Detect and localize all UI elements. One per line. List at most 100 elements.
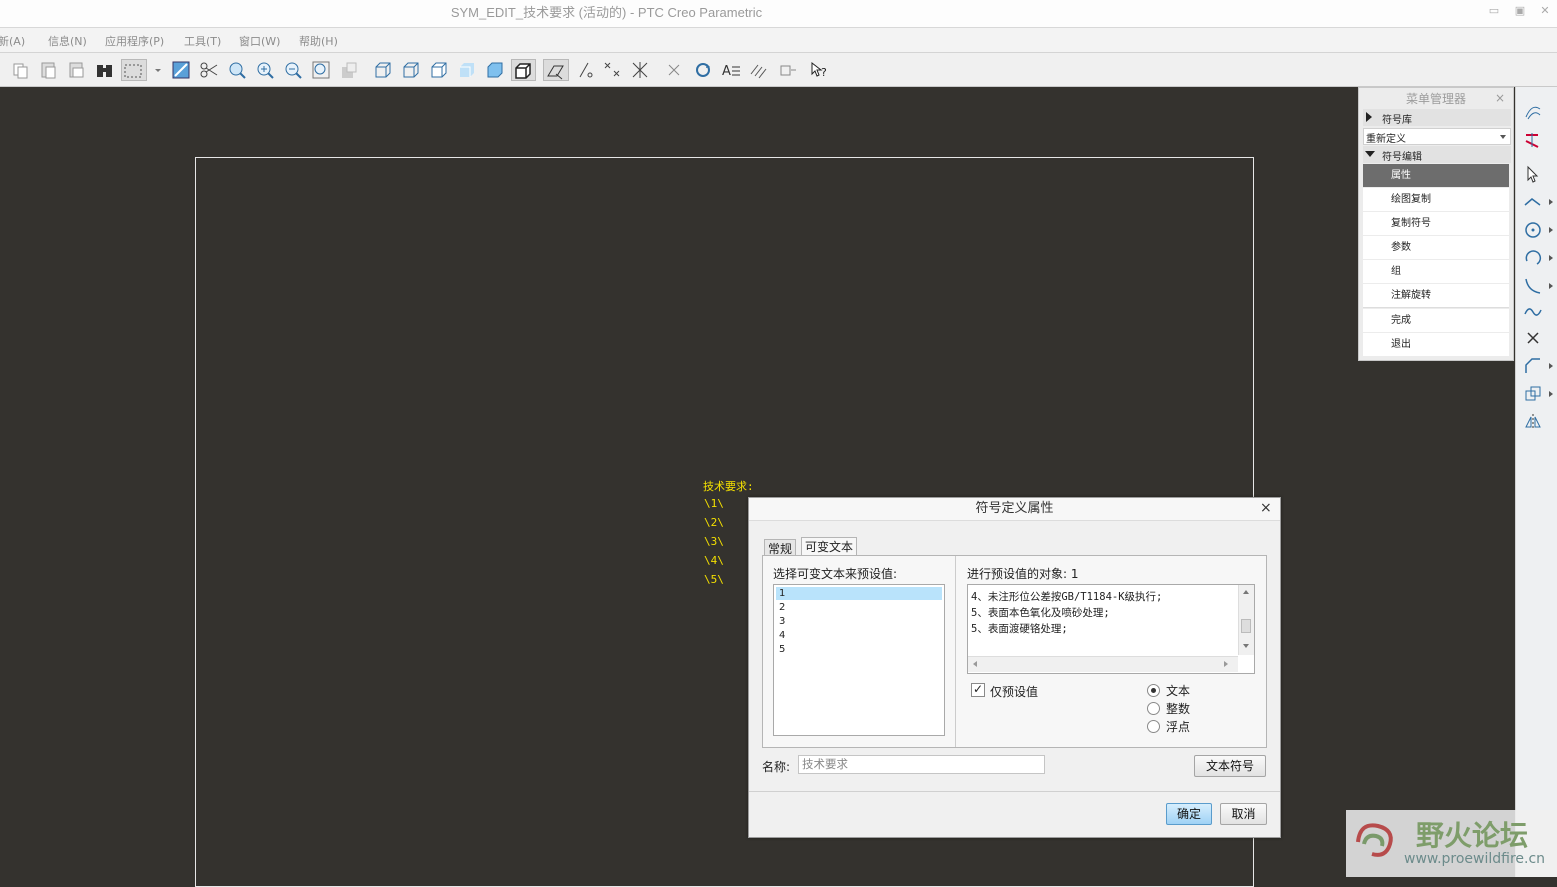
redefine-select[interactable]: 重新定义 xyxy=(1363,128,1511,145)
refit-icon[interactable] xyxy=(310,59,332,81)
canvas-variable-2[interactable]: \2\ xyxy=(704,516,724,529)
zoom-area-icon[interactable] xyxy=(226,59,248,81)
view-hidden-icon[interactable] xyxy=(400,59,422,81)
regenerate-icon[interactable] xyxy=(692,59,714,81)
expand-icon[interactable] xyxy=(1549,391,1553,397)
list-item[interactable]: 4 xyxy=(776,629,942,642)
hatch-icon[interactable] xyxy=(748,59,770,81)
close-icon[interactable]: × xyxy=(1495,91,1505,105)
line-icon[interactable] xyxy=(1522,191,1544,213)
select-arrow-icon[interactable] xyxy=(1522,163,1544,185)
menu-file[interactable]: 新(A) xyxy=(0,33,25,49)
circle-icon[interactable] xyxy=(1522,219,1544,241)
paste-icon[interactable] xyxy=(38,59,60,81)
canvas-title-text[interactable]: 技术要求: xyxy=(703,478,754,494)
canvas-variable-3[interactable]: \3\ xyxy=(704,535,724,548)
expand-icon[interactable] xyxy=(1549,227,1553,233)
menu-item-group[interactable]: 组 xyxy=(1363,260,1509,283)
cancel-button[interactable]: 取消 xyxy=(1220,803,1267,825)
view-shaded-edges-icon[interactable] xyxy=(484,59,506,81)
view-box-icon[interactable] xyxy=(511,59,536,81)
text-symbol-button[interactable]: 文本符号 xyxy=(1194,755,1266,777)
text-style-icon[interactable]: A xyxy=(720,59,742,81)
symbol-edit-row[interactable]: 符号编辑 xyxy=(1363,146,1511,163)
axes-icon[interactable] xyxy=(629,59,651,81)
list-item[interactable]: 5 xyxy=(776,643,942,656)
draft-view-icon[interactable] xyxy=(170,59,192,81)
menu-item-copy-symbol[interactable]: 复制符号 xyxy=(1363,212,1509,235)
horizontal-scrollbar[interactable] xyxy=(968,656,1238,672)
tab-general[interactable]: 常规 xyxy=(764,539,797,556)
view-wireframe-icon[interactable] xyxy=(372,59,394,81)
sketch-spiral-icon[interactable] xyxy=(1522,101,1544,123)
symbol-icon[interactable] xyxy=(777,59,799,81)
points-icon[interactable] xyxy=(601,59,623,81)
symbol-lib-row[interactable]: 符号库 xyxy=(1363,109,1511,126)
scroll-right-icon[interactable] xyxy=(1224,661,1228,667)
expand-icon[interactable] xyxy=(1549,199,1553,205)
menu-tools[interactable]: 工具(T) xyxy=(184,33,221,49)
menu-item-properties[interactable]: 属性 xyxy=(1363,164,1509,187)
canvas-variable-5[interactable]: \5\ xyxy=(704,573,724,586)
scroll-down-icon[interactable] xyxy=(1243,644,1249,648)
menu-item-done[interactable]: 完成 xyxy=(1363,309,1509,332)
sketch-line-icon[interactable] xyxy=(574,59,596,81)
dropdown-arrow-icon[interactable] xyxy=(147,59,161,81)
close-window-icon[interactable]: ✕ xyxy=(1538,4,1552,18)
vertical-scrollbar[interactable] xyxy=(1238,585,1254,655)
sketch-tools-icon[interactable] xyxy=(1522,129,1544,151)
mirror-icon[interactable] xyxy=(1522,411,1544,433)
variable-list[interactable]: 1 2 3 4 5 xyxy=(773,584,945,736)
minimize-icon[interactable]: ▭ xyxy=(1487,4,1501,18)
radio-integer[interactable] xyxy=(1147,702,1160,715)
find-icon[interactable] xyxy=(94,59,116,81)
expand-icon[interactable] xyxy=(1549,363,1553,369)
list-item[interactable]: 2 xyxy=(776,601,942,614)
maximize-icon[interactable]: ▣ xyxy=(1513,4,1527,18)
scroll-left-icon[interactable] xyxy=(973,661,977,667)
chamfer-icon[interactable] xyxy=(1522,355,1544,377)
close-x-icon[interactable] xyxy=(663,59,685,81)
ok-button[interactable]: 确定 xyxy=(1166,803,1212,825)
name-input[interactable]: 技术要求 xyxy=(798,755,1045,774)
fillet-icon[interactable] xyxy=(1522,275,1544,297)
dialog-close-icon[interactable]: × xyxy=(1260,500,1272,516)
select-box-icon[interactable] xyxy=(121,59,147,81)
menu-info[interactable]: 信息(N) xyxy=(48,33,87,49)
only-preset-checkbox[interactable]: ✓ xyxy=(971,683,985,697)
help-icon[interactable]: ? xyxy=(808,59,830,81)
layer-icon[interactable] xyxy=(338,59,360,81)
menu-applications[interactable]: 应用程序(P) xyxy=(105,33,164,49)
zoom-out-icon[interactable] xyxy=(282,59,304,81)
menu-item-draw-copy[interactable]: 绘图复制 xyxy=(1363,188,1509,211)
canvas-variable-4[interactable]: \4\ xyxy=(704,554,724,567)
list-item[interactable]: 3 xyxy=(776,615,942,628)
list-item[interactable]: 1 xyxy=(776,587,942,600)
expand-icon[interactable] xyxy=(1549,255,1553,261)
radio-text-label: 文本 xyxy=(1166,684,1191,698)
menu-item-annotation-rotate[interactable]: 注解旋转 xyxy=(1363,284,1509,308)
arc-icon[interactable] xyxy=(1522,247,1544,269)
view-shaded-icon[interactable] xyxy=(456,59,478,81)
paste-special-icon[interactable] xyxy=(66,59,88,81)
spline-icon[interactable] xyxy=(1522,301,1544,323)
menu-help[interactable]: 帮助(H) xyxy=(299,33,338,49)
view-nohidden-icon[interactable] xyxy=(428,59,450,81)
radio-text[interactable] xyxy=(1147,684,1160,697)
point-x-icon[interactable] xyxy=(1522,327,1544,349)
scroll-thumb[interactable] xyxy=(1241,619,1251,633)
menu-item-quit[interactable]: 退出 xyxy=(1363,333,1509,356)
menu-window[interactable]: 窗口(W) xyxy=(239,33,280,49)
note-orient-icon[interactable] xyxy=(543,59,569,81)
copy-icon[interactable] xyxy=(10,59,32,81)
tab-variable-text[interactable]: 可变文本 xyxy=(801,537,858,557)
radio-float[interactable] xyxy=(1147,720,1160,733)
expand-icon[interactable] xyxy=(1549,283,1553,289)
copy-entity-icon[interactable] xyxy=(1522,383,1544,405)
canvas-variable-1[interactable]: \1\ xyxy=(704,497,724,510)
trim-icon[interactable] xyxy=(198,59,220,81)
menu-item-parameters[interactable]: 参数 xyxy=(1363,236,1509,259)
scroll-up-icon[interactable] xyxy=(1243,590,1249,594)
zoom-in-icon[interactable] xyxy=(254,59,276,81)
preset-textarea[interactable]: 4、未注形位公差按GB/T1184-K级执行; 5、表面本色氧化及喷砂处理; 5… xyxy=(967,584,1255,674)
